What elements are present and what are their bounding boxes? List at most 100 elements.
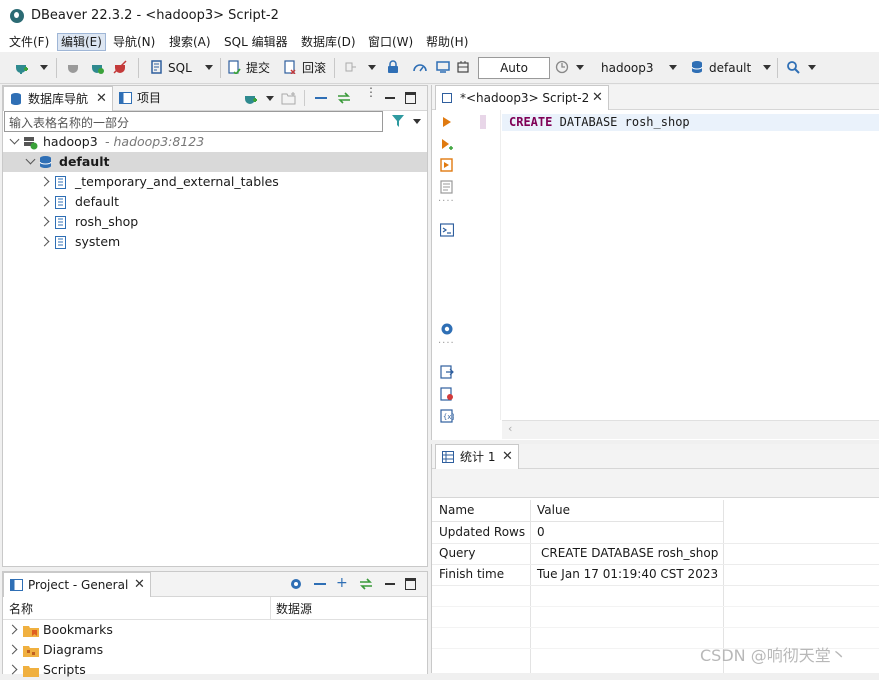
search-dropdown-icon[interactable] <box>808 65 816 70</box>
project-item-scripts[interactable]: Scripts <box>3 660 427 680</box>
execute-statement-icon[interactable] <box>440 115 454 129</box>
chevron-right-icon[interactable] <box>39 236 50 247</box>
schema-dropdown-icon[interactable] <box>763 65 771 70</box>
execute-in-new-tab-icon[interactable] <box>440 137 454 151</box>
connect-icon[interactable] <box>66 60 80 74</box>
menu-file[interactable]: 文件(F) <box>6 34 52 50</box>
active-schema-selector[interactable]: default <box>709 59 751 77</box>
commit-button[interactable]: 提交 <box>246 59 270 77</box>
menu-search[interactable]: 搜索(A) <box>166 34 214 50</box>
maximize-icon[interactable] <box>405 578 416 590</box>
link-with-editor-icon[interactable] <box>336 91 352 105</box>
lock-icon[interactable] <box>386 60 400 74</box>
project-item-diagrams[interactable]: Diagrams <box>3 640 427 660</box>
tab-projects[interactable]: 项目 <box>117 86 167 110</box>
table-row[interactable]: Query CREATE DATABASE rosh_shop <box>432 543 879 565</box>
sql-statement[interactable]: CREATE DATABASE rosh_shop <box>509 114 690 131</box>
chevron-right-icon[interactable] <box>39 216 50 227</box>
table-row[interactable]: Updated Rows 0 <box>432 522 879 544</box>
rollback-button[interactable]: 回滚 <box>302 59 326 77</box>
dashboard-icon[interactable] <box>413 60 427 74</box>
chevron-right-icon[interactable] <box>7 644 18 655</box>
filter-input[interactable]: 输入表格名称的一部分 <box>4 111 383 132</box>
new-connection-dropdown-icon[interactable] <box>40 65 48 70</box>
tree-schema-item[interactable]: default <box>3 192 427 212</box>
close-icon[interactable]: ✕ <box>592 91 603 105</box>
new-folder-icon[interactable] <box>281 91 297 105</box>
column-value-header[interactable]: Value <box>537 500 570 521</box>
close-icon[interactable]: ✕ <box>96 92 107 106</box>
menu-help[interactable]: 帮助(H) <box>423 34 471 50</box>
disconnect-icon[interactable] <box>113 60 127 74</box>
column-name-header[interactable]: Name <box>439 500 474 521</box>
auto-commit-mode-box[interactable]: Auto <box>478 57 550 79</box>
link-with-editor-icon[interactable] <box>358 577 374 591</box>
schema-icon <box>55 176 66 189</box>
menu-navigate[interactable]: 导航(N) <box>110 34 158 50</box>
close-icon[interactable]: ✕ <box>134 578 145 592</box>
chevron-right-icon[interactable] <box>7 624 18 635</box>
chevron-right-icon[interactable] <box>39 196 50 207</box>
history-icon[interactable] <box>555 60 569 74</box>
tools-icon[interactable] <box>436 60 450 74</box>
tree-database-default[interactable]: default <box>3 152 427 172</box>
tree-connection-hadoop3[interactable]: hadoop3 - hadoop3:8123 <box>3 132 427 152</box>
chevron-down-icon[interactable] <box>9 134 20 145</box>
project-item-bookmarks[interactable]: Bookmarks <box>3 620 427 640</box>
chevron-down-icon[interactable] <box>25 154 36 165</box>
filter-icon[interactable] <box>391 114 405 128</box>
collapse-all-icon[interactable] <box>315 97 327 99</box>
execute-script-icon[interactable] <box>440 158 454 172</box>
rollback-icon[interactable] <box>283 60 297 74</box>
history-dropdown-icon[interactable] <box>576 65 584 70</box>
export-icon[interactable] <box>440 365 454 379</box>
close-icon[interactable]: ✕ <box>502 450 513 464</box>
tree-schema-item[interactable]: _temporary_and_external_tables <box>3 172 427 192</box>
tree-schema-item[interactable]: system <box>3 232 427 252</box>
database-tools-icon[interactable] <box>456 60 470 74</box>
menu-window[interactable]: 窗口(W) <box>365 34 416 50</box>
connection-dropdown-icon[interactable] <box>669 65 677 70</box>
invalidate-reconnect-icon[interactable] <box>90 60 104 74</box>
maximize-icon[interactable] <box>405 92 416 104</box>
gear-icon[interactable] <box>440 322 454 336</box>
table-row[interactable]: Finish time Tue Jan 17 01:19:40 CST 2023 <box>432 564 879 586</box>
column-datasource-header[interactable]: 数据源 <box>276 600 312 617</box>
minimize-icon[interactable] <box>385 583 395 585</box>
new-connection-dropdown-icon[interactable] <box>266 96 274 101</box>
collapse-all-icon[interactable] <box>314 583 326 585</box>
tab-project-general[interactable]: Project - General ✕ <box>3 572 151 597</box>
minimize-icon[interactable] <box>385 97 395 99</box>
menu-sql-editor[interactable]: SQL 编辑器 <box>221 34 291 50</box>
filter-dropdown-icon[interactable] <box>413 119 421 124</box>
terminal-icon[interactable] <box>440 223 454 237</box>
scroll-left-icon[interactable]: ‹ <box>508 422 512 435</box>
chevron-right-icon[interactable] <box>39 176 50 187</box>
gear-icon[interactable] <box>289 577 303 591</box>
view-menu-icon[interactable]: ⋮ <box>365 86 377 98</box>
transaction-mode-icon[interactable] <box>343 60 357 74</box>
active-connection-selector[interactable]: hadoop3 <box>601 59 654 77</box>
new-script-icon[interactable] <box>440 387 454 401</box>
commit-icon[interactable] <box>227 60 241 74</box>
code-area[interactable]: CREATE DATABASE rosh_shop <box>470 110 879 420</box>
sql-dropdown-icon[interactable] <box>205 65 213 70</box>
new-connection-icon[interactable] <box>14 60 28 74</box>
menu-database[interactable]: 数据库(D) <box>298 34 359 50</box>
sql-editor-icon[interactable] <box>150 60 164 74</box>
horizontal-scrollbar[interactable]: ‹ <box>502 420 879 439</box>
row-name-cell: Updated Rows <box>439 525 526 539</box>
transaction-mode-dropdown-icon[interactable] <box>368 65 376 70</box>
menu-edit[interactable]: 编辑(E) <box>57 33 106 51</box>
tree-schema-item[interactable]: rosh_shop <box>3 212 427 232</box>
explain-plan-icon[interactable] <box>440 180 454 194</box>
column-name-header[interactable]: 名称 <box>9 600 33 617</box>
new-connection-icon[interactable] <box>243 91 257 105</box>
variables-icon[interactable]: {x} <box>440 409 454 423</box>
tab-statistics-1[interactable]: 统计 1 ✕ <box>435 444 519 469</box>
search-icon[interactable] <box>786 60 800 74</box>
expand-all-icon[interactable]: + <box>336 575 348 591</box>
tab-script-2[interactable]: *<hadoop3> Script-2 ✕ <box>435 85 609 110</box>
sql-button[interactable]: SQL <box>168 59 192 77</box>
tab-database-navigator[interactable]: 数据库导航 ✕ <box>3 86 113 111</box>
